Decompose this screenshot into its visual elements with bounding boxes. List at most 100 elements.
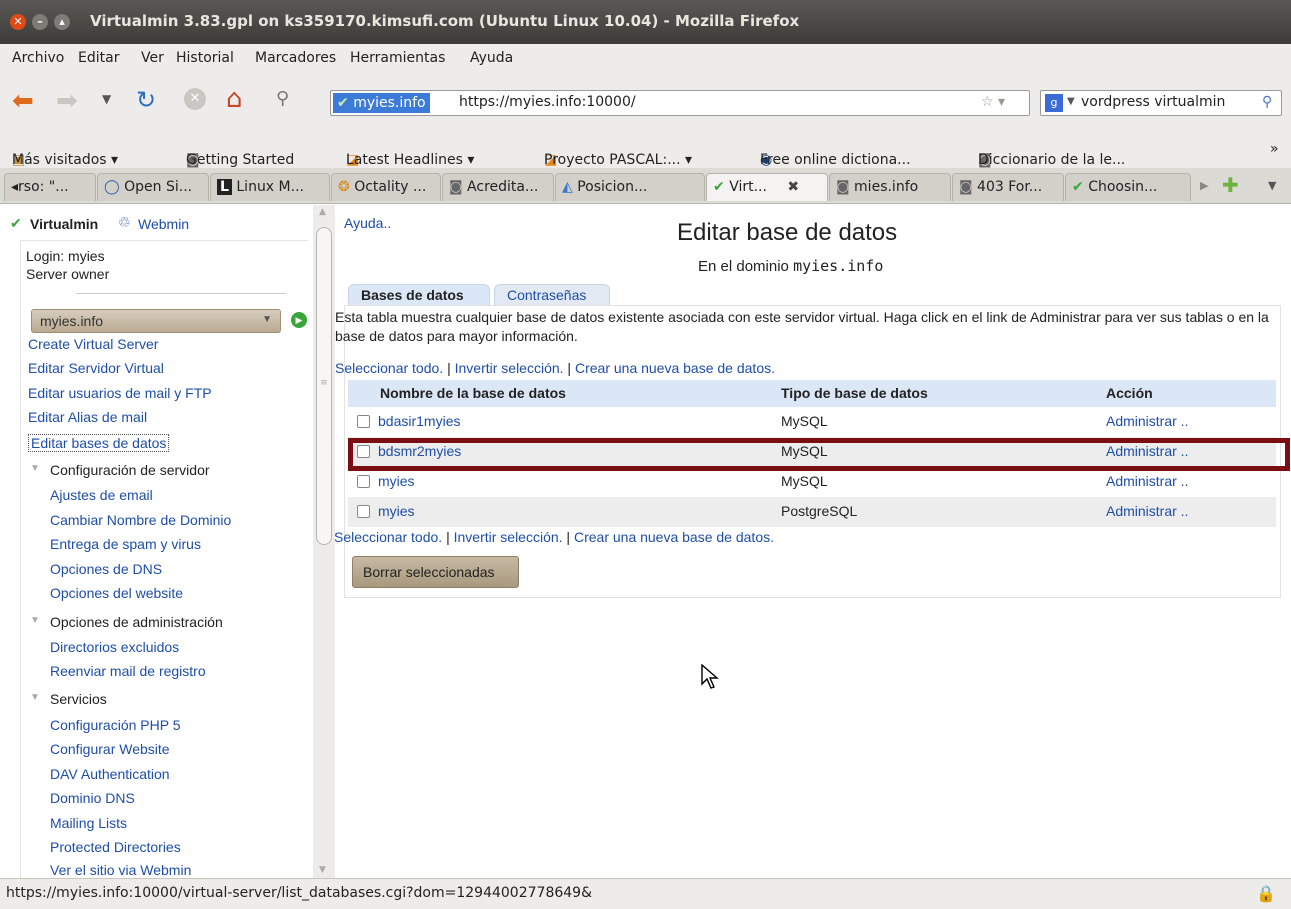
section-servicios[interactable]: Servicios xyxy=(50,691,107,707)
link-editar-servidor-virtual[interactable]: Editar Servidor Virtual xyxy=(28,360,164,376)
select-all-link[interactable]: Seleccionar todo. xyxy=(334,529,442,545)
link-mailing-lists[interactable]: Mailing Lists xyxy=(50,815,127,831)
link-directorios-excluidos[interactable]: Directorios excluidos xyxy=(50,639,179,655)
select-all-link[interactable]: Seleccionar todo. xyxy=(335,360,443,376)
administrar-link[interactable]: Administrar .. xyxy=(1106,413,1188,429)
new-tab-icon[interactable]: ✚ xyxy=(1222,173,1239,197)
tab-8[interactable]: ◙ mies.info xyxy=(829,173,951,201)
url-bar[interactable]: ✔ myies.info https://myies.info:10000/ ☆… xyxy=(330,90,1030,116)
tab-close-icon[interactable]: ✖ xyxy=(787,179,799,195)
tab-list-icon[interactable]: ▼ xyxy=(1268,179,1276,192)
minimize-icon[interactable]: – xyxy=(32,14,48,30)
link-dav-authentication[interactable]: DAV Authentication xyxy=(50,766,170,782)
help-link[interactable]: Ayuda.. xyxy=(344,215,391,231)
scrollbar-thumb[interactable]: ≡ xyxy=(316,227,332,545)
tab-6[interactable]: ◭ Posicion... xyxy=(555,173,705,201)
menu-archivo[interactable]: Archivo xyxy=(12,50,64,66)
link-configuracion-php[interactable]: Configuración PHP 5 xyxy=(50,717,180,733)
tab-5[interactable]: ◙ Acredita... xyxy=(442,173,554,201)
site-identity-badge[interactable]: ✔ myies.info xyxy=(333,93,430,113)
virtualmin-brand[interactable]: Virtualmin xyxy=(30,216,98,232)
menu-ayuda[interactable]: Ayuda xyxy=(470,50,513,66)
create-database-link[interactable]: Crear una nueva base de datos. xyxy=(574,529,774,545)
link-protected-directories[interactable]: Protected Directories xyxy=(50,839,181,855)
link-opciones-dns[interactable]: Opciones de DNS xyxy=(50,561,162,577)
lock-icon[interactable]: 🔒 xyxy=(1256,884,1276,903)
tab-9[interactable]: ◙ 403 For... xyxy=(952,173,1064,201)
stop-icon[interactable]: ✕ xyxy=(184,88,206,110)
close-icon[interactable]: ✕ xyxy=(10,14,26,30)
tab-label: 403 For... xyxy=(977,179,1043,195)
addon-icon[interactable]: ⚲ xyxy=(276,88,289,109)
tab-scroll-right-icon[interactable]: ▶ xyxy=(1200,179,1208,192)
search-icon[interactable]: ⚲ xyxy=(1262,94,1272,110)
webmin-link[interactable]: Webmin xyxy=(138,216,189,232)
link-reenviar-mail[interactable]: Reenviar mail de registro xyxy=(50,663,206,679)
db-name-link[interactable]: bdasir1myies xyxy=(378,413,460,429)
google-icon[interactable]: g xyxy=(1045,94,1063,112)
menu-editar[interactable]: Editar xyxy=(78,50,119,66)
search-engine-dropdown-icon[interactable]: ▼ xyxy=(1067,96,1075,107)
link-editar-alias[interactable]: Editar Alias de mail xyxy=(28,409,147,425)
go-icon[interactable]: ▶ xyxy=(291,312,307,328)
expand-triangle-icon[interactable]: ▼ xyxy=(30,463,40,474)
tab-2[interactable]: ◯ Open Si... xyxy=(97,173,209,201)
row-checkbox[interactable] xyxy=(357,415,370,428)
link-configurar-website[interactable]: Configurar Website xyxy=(50,741,170,757)
site-badge-label: myies.info xyxy=(353,95,426,111)
tab-3[interactable]: L Linux M... xyxy=(210,173,330,201)
db-name-link[interactable]: myies xyxy=(378,473,415,489)
scroll-down-icon[interactable]: ▼ xyxy=(319,865,326,875)
window-titlebar: ✕ – ▴ Virtualmin 3.83.gpl on ks359170.ki… xyxy=(0,0,1291,44)
link-dominio-dns[interactable]: Dominio DNS xyxy=(50,790,135,806)
invert-selection-link[interactable]: Invertir selección. xyxy=(455,360,564,376)
section-opciones-administracion[interactable]: Opciones de administración xyxy=(50,614,223,630)
expand-triangle-icon[interactable]: ▼ xyxy=(30,615,40,626)
sidebar-scrollbar[interactable]: ▲ ≡ ▼ xyxy=(313,205,335,878)
link-ver-sitio-webmin[interactable]: Ver el sitio via Webmin xyxy=(50,862,191,878)
menu-herramientas[interactable]: Herramientas xyxy=(350,50,445,66)
administrar-link[interactable]: Administrar .. xyxy=(1106,503,1188,519)
home-icon[interactable]: ⌂ xyxy=(226,84,243,114)
menu-marcadores[interactable]: Marcadores xyxy=(255,50,336,66)
tab-10[interactable]: ✔ Choosin... xyxy=(1065,173,1191,201)
delete-selected-button[interactable]: Borrar seleccionadas xyxy=(352,556,519,588)
tab-label: Contraseñas xyxy=(507,287,587,303)
virtualmin-check-icon: ✔ xyxy=(10,215,22,231)
link-cambiar-nombre-dominio[interactable]: Cambiar Nombre de Dominio xyxy=(50,512,231,528)
menu-ver[interactable]: Ver xyxy=(141,50,164,66)
link-opciones-website[interactable]: Opciones del website xyxy=(50,585,183,601)
selection-links-top: Seleccionar todo. | Invertir selección. … xyxy=(335,360,775,376)
bookmarks-overflow-icon[interactable]: » xyxy=(1270,141,1279,157)
link-ajustes-email[interactable]: Ajustes de email xyxy=(50,487,153,503)
back-icon[interactable]: ⬅ xyxy=(12,86,34,116)
link-create-virtual-server[interactable]: Create Virtual Server xyxy=(28,336,158,352)
forward-icon[interactable]: ➡ xyxy=(56,86,78,116)
menu-historial[interactable]: Historial xyxy=(176,50,234,66)
tab-4[interactable]: ❂ Octality ... xyxy=(331,173,441,201)
linux-icon: L xyxy=(217,179,232,195)
administrar-link[interactable]: Administrar .. xyxy=(1106,473,1188,489)
link-editar-usuarios[interactable]: Editar usuarios de mail y FTP xyxy=(28,385,212,401)
link-entrega-spam[interactable]: Entrega de spam y virus xyxy=(50,536,201,552)
tab-virtualmin-active[interactable]: ✔ Virt... ✖ xyxy=(706,173,828,201)
row-checkbox[interactable] xyxy=(357,475,370,488)
reload-icon[interactable]: ↻ xyxy=(136,86,156,114)
invert-selection-link[interactable]: Invertir selección. xyxy=(454,529,563,545)
link-editar-bases-de-datos[interactable]: Editar bases de datos xyxy=(28,434,170,452)
bookmark-star-icon[interactable]: ☆ ▾ xyxy=(981,94,1005,110)
create-database-link[interactable]: Crear una nueva base de datos. xyxy=(575,360,775,376)
scroll-up-icon[interactable]: ▲ xyxy=(319,207,326,217)
section-configuracion-servidor[interactable]: Configuración de servidor xyxy=(50,462,210,478)
row-checkbox[interactable] xyxy=(357,505,370,518)
domain-select[interactable]: myies.info ▼ xyxy=(31,309,281,333)
status-bar: https://myies.info:10000/virtual-server/… xyxy=(0,878,1291,909)
tab-1[interactable]: ◂rso: "... xyxy=(4,173,96,201)
db-name-link[interactable]: myies xyxy=(378,503,415,519)
expand-triangle-icon[interactable]: ▼ xyxy=(30,692,40,703)
tab-bases-de-datos[interactable]: Bases de datos xyxy=(348,284,490,306)
tab-contrasenas[interactable]: Contraseñas xyxy=(494,284,610,306)
history-dropdown-icon[interactable]: ▼ xyxy=(102,92,111,106)
maximize-icon[interactable]: ▴ xyxy=(54,14,70,30)
search-box[interactable]: g ▼ vordpress virtualmin ⚲ xyxy=(1040,90,1282,116)
